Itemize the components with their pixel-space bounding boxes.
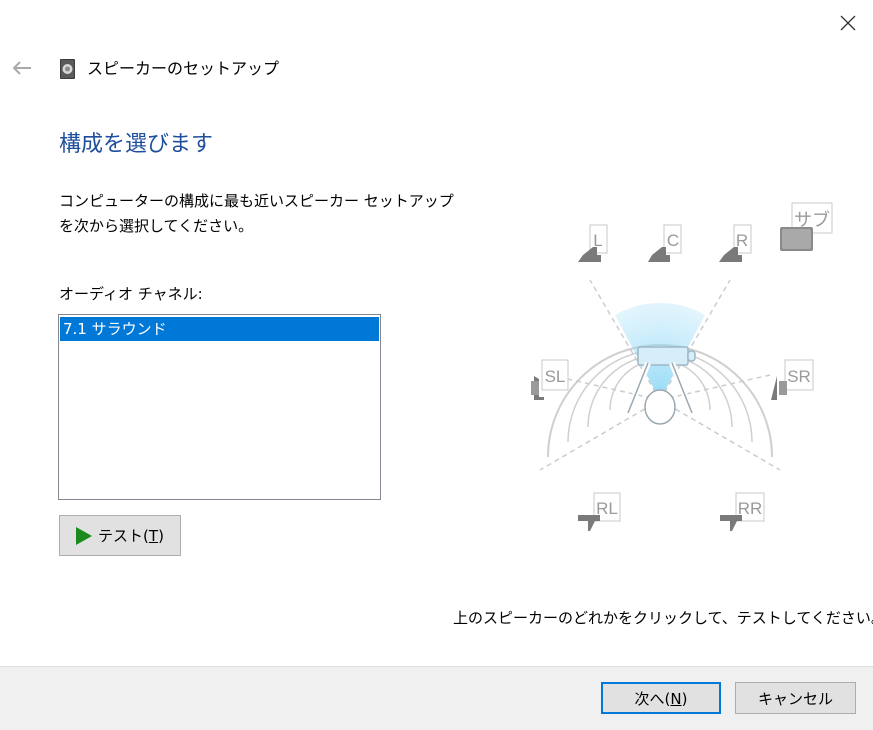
speaker-subwoofer[interactable]: サブ [780, 202, 833, 251]
back-button[interactable] [6, 52, 38, 84]
back-arrow-icon [12, 61, 31, 75]
close-button[interactable] [826, 4, 870, 42]
cancel-button[interactable]: キャンセル [735, 682, 856, 714]
audio-channels-label: オーディオ チャネル: [59, 285, 203, 303]
speaker-center[interactable]: C [648, 224, 682, 262]
test-button-label: テスト(T) [98, 527, 164, 545]
speaker-side-right[interactable]: SR [771, 359, 814, 400]
audio-channels-list[interactable]: 7.1 サラウンド [58, 314, 381, 500]
next-button-label: 次へ(N) [634, 689, 688, 708]
speaker-diagram: L C R サブ SL SR RL RR [531, 202, 833, 531]
close-icon [840, 15, 856, 31]
page-description: コンピューターの構成に最も近いスピーカー セットアップを次から選択してください。 [59, 192, 454, 235]
svg-text:C: C [667, 231, 679, 250]
speaker-rear-left[interactable]: RL [578, 492, 621, 531]
speaker-app-icon [58, 58, 78, 80]
list-item[interactable]: 7.1 サラウンド [60, 317, 379, 341]
speaker-rear-right[interactable]: RR [720, 492, 765, 531]
test-button[interactable]: テスト(T) [59, 515, 181, 556]
svg-text:SL: SL [545, 367, 566, 386]
speaker-side-left[interactable]: SL [531, 359, 569, 400]
play-icon [76, 526, 93, 545]
next-button[interactable]: 次へ(N) [601, 682, 721, 714]
window-title: スピーカーのセットアップ [87, 59, 280, 78]
test-hint: 上のスピーカーのどれかをクリックして、テストしてください。 [453, 609, 873, 627]
speaker-front-left[interactable]: L [578, 224, 608, 262]
page-heading: 構成を選びます [59, 132, 214, 157]
speaker-front-right[interactable]: R [719, 224, 752, 262]
svg-text:SR: SR [787, 367, 811, 386]
